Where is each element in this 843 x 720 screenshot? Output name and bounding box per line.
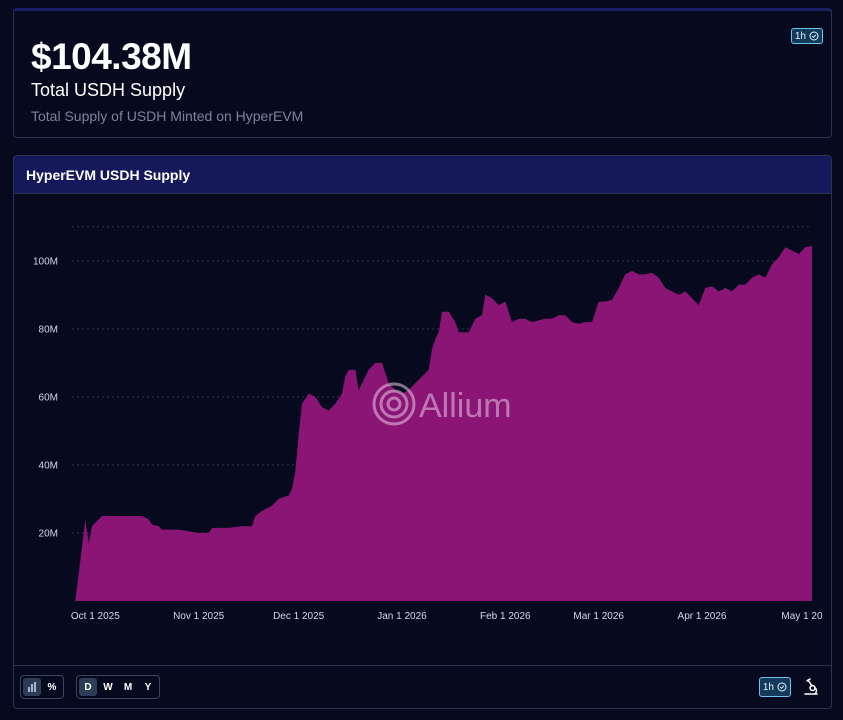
clock-check-icon <box>777 682 787 692</box>
bar-chart-icon <box>28 682 36 692</box>
bar-chart-view-button[interactable] <box>23 678 41 696</box>
view-toggle-group: % <box>20 675 64 699</box>
total-supply-card: $104.38M Total USDH Supply Total Supply … <box>13 8 832 138</box>
stat-value: $104.38M <box>31 36 192 77</box>
clock-check-icon <box>809 31 819 41</box>
period-week-button[interactable]: W <box>99 678 117 696</box>
y-tick-label: 20M <box>39 528 58 539</box>
chart-title-text: HyperEVM USDH Supply <box>26 166 191 183</box>
period-toggle-group: D W M Y <box>76 675 160 699</box>
x-tick-label: May 1 20 <box>781 611 823 622</box>
x-tick-label: Nov 1 2025 <box>173 611 225 622</box>
watermark-text: Allium <box>419 387 512 425</box>
footer-refresh-label: 1h <box>762 681 774 693</box>
y-tick-label: 100M <box>33 256 58 267</box>
microscope-icon[interactable] <box>801 677 821 697</box>
stat-title: Total USDH Supply <box>31 80 186 100</box>
x-tick-label: Mar 1 2026 <box>573 611 624 622</box>
refresh-badge[interactable]: 1h <box>790 28 823 44</box>
chart-footer: % D W M Y 1h <box>14 665 831 708</box>
x-tick-label: Oct 1 2025 <box>71 611 120 622</box>
percent-view-button[interactable]: % <box>43 678 61 696</box>
x-tick-label: Feb 1 2026 <box>480 611 531 622</box>
period-month-button[interactable]: M <box>119 678 137 696</box>
x-tick-label: Dec 1 2025 <box>273 611 325 622</box>
x-tick-label: Apr 1 2026 <box>678 611 727 622</box>
y-tick-label: 80M <box>39 324 58 335</box>
chart-title: HyperEVM USDH Supply <box>14 156 831 194</box>
period-year-button[interactable]: Y <box>139 678 157 696</box>
x-tick-label: Jan 1 2026 <box>377 611 427 622</box>
y-tick-label: 60M <box>39 392 58 403</box>
supply-chart-card: HyperEVM USDH Supply 20M 40M 60M 80M 100M Oct… <box>13 155 832 709</box>
period-day-button[interactable]: D <box>79 678 97 696</box>
stat-subtitle: Total Supply of USDH Minted on HyperEVM <box>31 108 304 124</box>
refresh-interval-label: 1h <box>794 30 806 42</box>
footer-refresh-badge[interactable]: 1h <box>758 677 791 697</box>
y-tick-label: 40M <box>39 460 58 471</box>
supply-area-chart: 20M 40M 60M 80M 100M Oct 1 2025 Nov 1 2025 Dec … <box>33 226 823 622</box>
